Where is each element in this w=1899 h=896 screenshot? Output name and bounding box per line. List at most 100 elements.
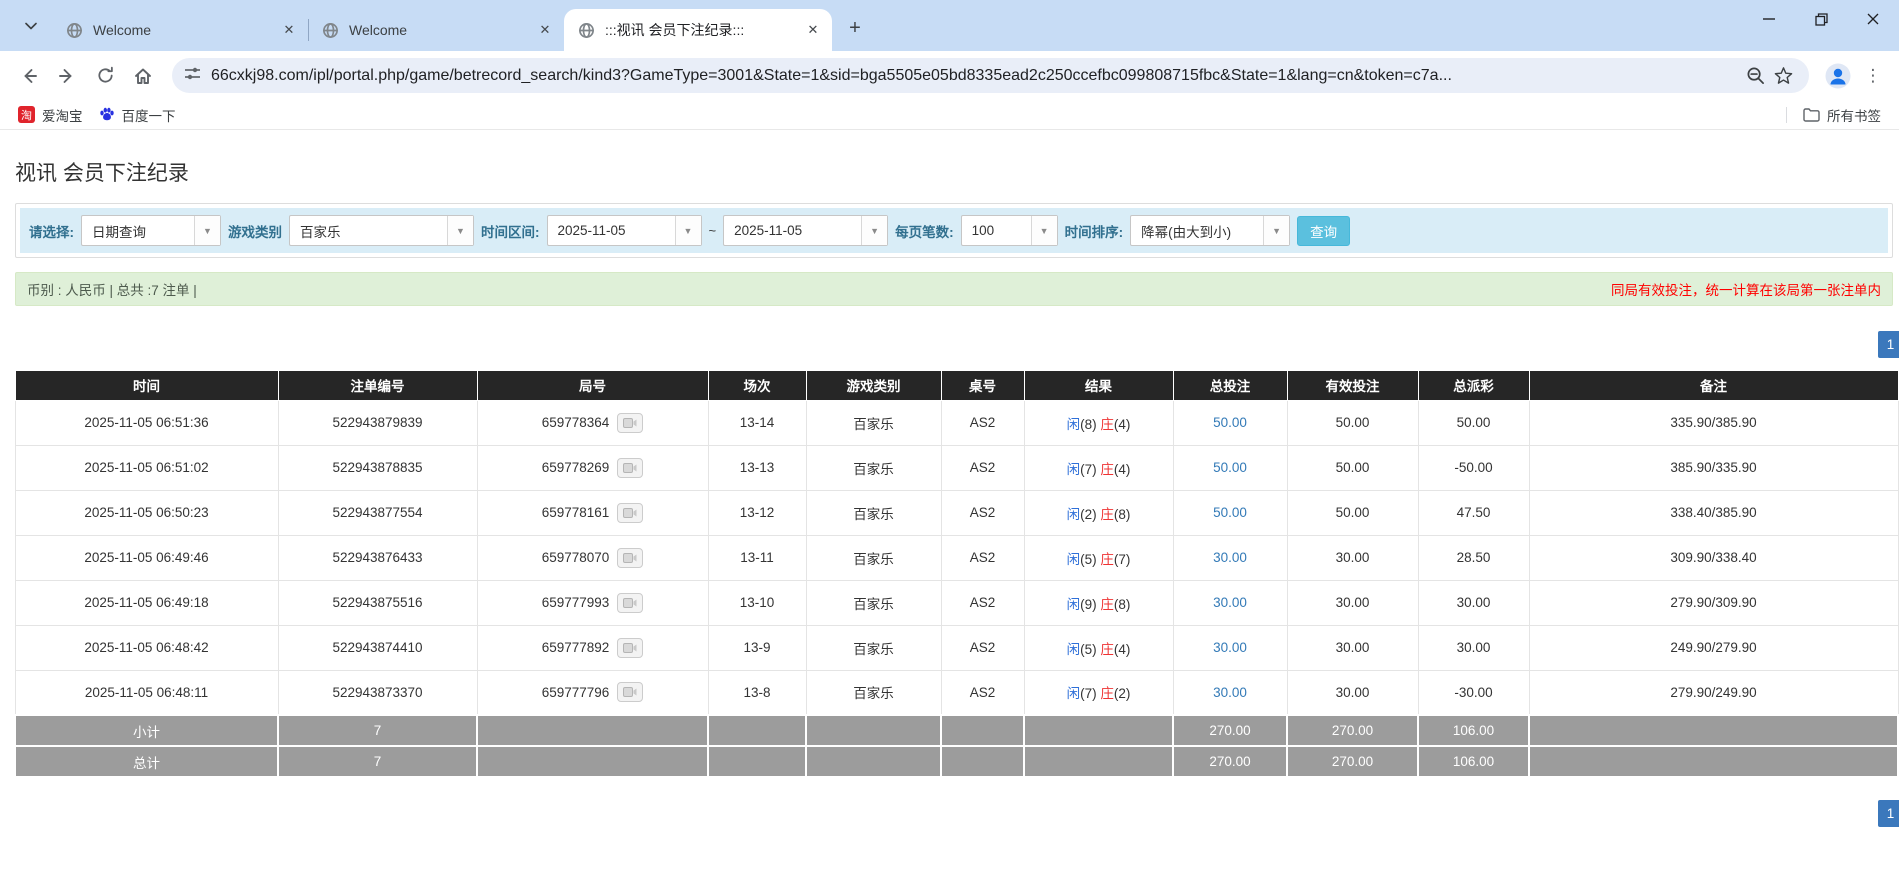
globe-icon [66, 22, 83, 39]
cell-result: 闲(5) 庄(4) [1024, 625, 1173, 670]
tab-title: Welcome [349, 22, 526, 38]
cell-valid-bet: 30.00 [1287, 625, 1418, 670]
home-icon[interactable] [126, 59, 160, 93]
col-payout: 总派彩 [1418, 371, 1529, 400]
total-bet-link[interactable]: 30.00 [1213, 595, 1247, 610]
cell-remark: 309.90/338.40 [1529, 535, 1898, 580]
window-restore-button[interactable] [1795, 0, 1847, 38]
total-bet-link[interactable]: 50.00 [1213, 415, 1247, 430]
zoom-out-icon[interactable] [1741, 62, 1769, 90]
cell-session: 13-10 [708, 580, 806, 625]
total-bet-link[interactable]: 50.00 [1213, 505, 1247, 520]
query-type-select[interactable]: 日期查询 ▼ [81, 215, 221, 246]
bet-record-row: 2025-11-05 06:49:46 522943876433 6597780… [15, 535, 1898, 580]
video-replay-icon[interactable] [617, 638, 643, 658]
page-title: 视讯 会员下注纪录 [15, 157, 1899, 187]
game-type-select[interactable]: 百家乐 ▼ [289, 215, 474, 246]
pagination-top: 1 [0, 331, 1899, 358]
address-bar[interactable]: 66cxkj98.com/ipl/portal.php/game/betreco… [172, 58, 1809, 93]
bookmark-taobao[interactable]: 淘 爱淘宝 [10, 102, 91, 128]
bet-record-row: 2025-11-05 06:48:42 522943874410 6597778… [15, 625, 1898, 670]
chevron-down-icon: ▼ [861, 216, 887, 245]
cell-table-no: AS2 [941, 580, 1024, 625]
cell-total-bet: 30.00 [1173, 535, 1287, 580]
time-sort-select[interactable]: 降幂(由大到小) ▼ [1130, 215, 1290, 246]
tab-title: :::视讯 会员下注纪录::: [605, 20, 794, 40]
video-replay-icon[interactable] [617, 503, 643, 523]
reload-icon[interactable] [88, 59, 122, 93]
video-replay-icon[interactable] [617, 413, 643, 433]
video-replay-icon[interactable] [617, 458, 643, 478]
total-payout: 106.00 [1418, 746, 1529, 777]
new-tab-button[interactable]: + [840, 13, 870, 43]
date-from-select[interactable]: 2025-11-05 ▼ [547, 215, 702, 246]
page-number-button[interactable]: 1 [1878, 800, 1899, 827]
cell-remark: 338.40/385.90 [1529, 490, 1898, 535]
cell-game-type: 百家乐 [806, 400, 941, 445]
bookmark-star-icon[interactable] [1769, 62, 1797, 90]
taobao-icon: 淘 [18, 106, 35, 123]
notice-text: 同局有效投注，统一计算在该局第一张注单内 [1611, 279, 1881, 299]
cell-valid-bet: 50.00 [1287, 490, 1418, 535]
cell-total-bet: 30.00 [1173, 670, 1287, 715]
bookmark-label: 百度一下 [122, 105, 176, 125]
window-close-button[interactable] [1847, 0, 1899, 38]
cell-payout: 28.50 [1418, 535, 1529, 580]
total-bet-link[interactable]: 30.00 [1213, 550, 1247, 565]
bookmark-baidu[interactable]: 百度一下 [91, 102, 184, 128]
cell-remark: 385.90/335.90 [1529, 445, 1898, 490]
bet-record-row: 2025-11-05 06:48:11 522943873370 6597777… [15, 670, 1898, 715]
back-icon[interactable] [12, 59, 46, 93]
tab-bet-record-active[interactable]: :::视讯 会员下注纪录::: ✕ [564, 9, 832, 51]
cell-result: 闲(8) 庄(4) [1024, 400, 1173, 445]
forward-icon[interactable] [50, 59, 84, 93]
cell-bet-id: 522943876433 [278, 535, 477, 580]
subtotal-count: 7 [278, 715, 477, 746]
total-bet-link[interactable]: 30.00 [1213, 685, 1247, 700]
url-text[interactable]: 66cxkj98.com/ipl/portal.php/game/betreco… [211, 67, 1741, 85]
browser-menu-icon[interactable]: ⋮ [1859, 59, 1887, 93]
cell-game-type: 百家乐 [806, 580, 941, 625]
tab-welcome-1[interactable]: Welcome ✕ [52, 9, 308, 51]
profile-avatar[interactable] [1821, 59, 1855, 93]
date-to-select[interactable]: 2025-11-05 ▼ [723, 215, 888, 246]
cell-total-bet: 30.00 [1173, 625, 1287, 670]
tab-close-icon[interactable]: ✕ [536, 21, 554, 39]
subtotal-label: 小计 [15, 715, 278, 746]
site-settings-icon[interactable] [184, 65, 201, 87]
result-banker: 庄 [1100, 417, 1114, 432]
subtotal-row: 小计 7 270.00 270.00 106.00 [15, 715, 1898, 746]
cell-payout: -50.00 [1418, 445, 1529, 490]
total-bet-link[interactable]: 30.00 [1213, 640, 1247, 655]
tab-welcome-2[interactable]: Welcome ✕ [308, 9, 564, 51]
page-size-select[interactable]: 100 ▼ [961, 215, 1058, 246]
chevron-down-icon: ▼ [1031, 216, 1057, 245]
cell-bet-id: 522943874410 [278, 625, 477, 670]
chevron-down-icon: ▼ [675, 216, 701, 245]
col-result: 结果 [1024, 371, 1173, 400]
video-replay-icon[interactable] [617, 548, 643, 568]
window-minimize-button[interactable] [1743, 0, 1795, 38]
cell-bet-id: 522943878835 [278, 445, 477, 490]
bet-record-row: 2025-11-05 06:50:23 522943877554 6597781… [15, 490, 1898, 535]
tab-close-icon[interactable]: ✕ [804, 21, 822, 39]
cell-session: 13-11 [708, 535, 806, 580]
bookmarks-bar: 淘 爱淘宝 百度一下 所有书签 [0, 100, 1899, 130]
col-valid-bet: 有效投注 [1287, 371, 1418, 400]
result-player: 闲 [1067, 462, 1081, 477]
page-number-button[interactable]: 1 [1878, 331, 1899, 358]
cell-table-no: AS2 [941, 625, 1024, 670]
total-bet-link[interactable]: 50.00 [1213, 460, 1247, 475]
cell-total-bet: 30.00 [1173, 580, 1287, 625]
cell-round-id: 659778070 [477, 535, 708, 580]
bet-record-row: 2025-11-05 06:51:02 522943878835 6597782… [15, 445, 1898, 490]
tab-close-icon[interactable]: ✕ [280, 21, 298, 39]
all-bookmarks-button[interactable]: 所有书签 [1795, 102, 1889, 128]
cell-remark: 249.90/279.90 [1529, 625, 1898, 670]
video-replay-icon[interactable] [617, 593, 643, 613]
result-player: 闲 [1067, 642, 1081, 657]
query-button[interactable]: 查询 [1297, 216, 1350, 246]
date-range-tilde: ~ [709, 223, 717, 238]
video-replay-icon[interactable] [617, 682, 643, 702]
tab-search-chevron-icon[interactable] [14, 9, 48, 43]
